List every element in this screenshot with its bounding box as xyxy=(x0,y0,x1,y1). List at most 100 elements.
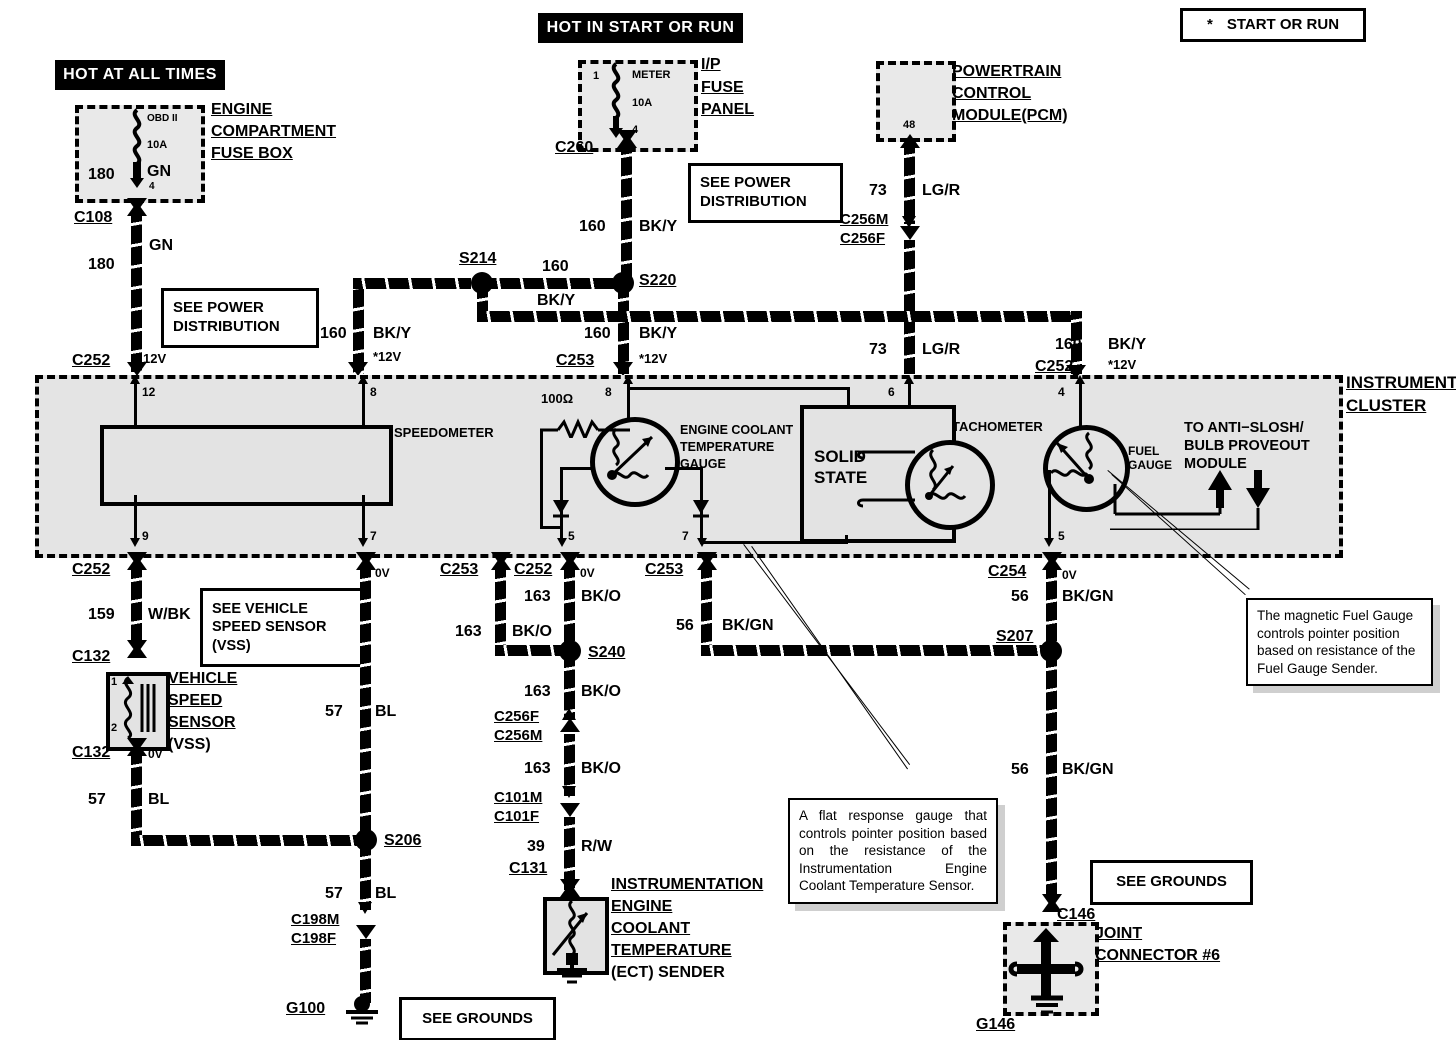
wire-163-d-color: BK/O xyxy=(581,760,621,777)
ect-sender-label-3: COOLANT xyxy=(611,920,691,937)
wire-160-s214-color: BK/Y xyxy=(537,292,576,309)
see-power-distribution-left: SEE POWER DISTRIBUTION xyxy=(161,288,319,348)
see-power-distribution-left-line1: SEE POWER xyxy=(173,299,264,317)
splice-s220-label: S220 xyxy=(639,272,677,289)
connector-c253-b1-label: C253 xyxy=(440,561,479,578)
wire-56-c-circuit: 56 xyxy=(1011,761,1029,778)
engine-compartment-fuse-box-label-2: COMPARTMENT xyxy=(211,123,337,140)
fuse-box-wire-color: GN xyxy=(147,163,171,180)
wire-39-color: R/W xyxy=(581,838,613,855)
connector-c256-bottom-icon xyxy=(560,718,580,732)
fuel-gauge-label-1: FUEL xyxy=(1128,444,1160,458)
connector-c132-top-icon-b xyxy=(127,640,147,654)
ect-gauge-label-3: GAUGE xyxy=(680,457,726,471)
wire-56-a-color: BK/GN xyxy=(722,617,774,634)
wire-180-gn-circuit: 180 xyxy=(88,256,115,273)
ect-power-bus xyxy=(627,387,848,390)
ect-gauge-callout: A flat response gauge that controls poin… xyxy=(788,798,998,904)
wire-56-b-circuit: 56 xyxy=(1011,588,1029,605)
wire-57-right-circuit: 57 xyxy=(325,703,343,720)
see-vss-line3: (VSS) xyxy=(212,637,251,654)
powertrain-control-module xyxy=(876,61,956,142)
wire-160-center-circuit: 160 xyxy=(584,325,611,342)
ground-g100-icon xyxy=(346,996,378,1025)
connector-c254-icon-b xyxy=(1042,552,1062,566)
connector-c253-b1-icon-b xyxy=(491,552,511,566)
legend-asterisk-icon: * xyxy=(1206,15,1213,33)
ect-gauge-label-2: TEMPERATURE xyxy=(680,440,775,454)
ip-fuse-panel-rating: 10A xyxy=(632,97,653,109)
speedometer-box xyxy=(100,425,393,506)
speedo-pin-9: 9 xyxy=(142,529,149,543)
connector-c101f-label: C101F xyxy=(494,808,540,825)
wire-163-bko-a xyxy=(495,570,506,648)
ect-callout-leader-line-2 xyxy=(751,546,909,770)
ect-gauge-label-1: ENGINE COOLANT xyxy=(680,423,794,437)
wire-56-bkgn-b xyxy=(1046,570,1057,648)
wire-57-g100-color: BL xyxy=(375,885,397,902)
connector-c253-center-icon xyxy=(613,362,633,376)
wire-163-b-color: BK/O xyxy=(581,588,621,605)
see-grounds-right: SEE GROUNDS xyxy=(1090,860,1253,905)
wire-56-a-circuit: 56 xyxy=(676,617,694,634)
wire-180-gn xyxy=(131,214,142,372)
voltage-0v-speedo-out: 0V xyxy=(375,566,390,580)
wire-160-left-color: BK/Y xyxy=(373,325,412,342)
speedo-out-line xyxy=(362,495,365,540)
wire-56-c-color: BK/GN xyxy=(1062,761,1114,778)
connector-c198f-label: C198F xyxy=(291,930,337,947)
wire-73-lgr-top xyxy=(904,146,915,224)
ect-left-gnd-arrow-icon xyxy=(557,538,567,547)
wire-159-color: W/BK xyxy=(148,606,191,623)
fuel-gauge-internals-icon xyxy=(1049,431,1094,484)
connector-c132-bottom-icon-b xyxy=(127,738,147,752)
wire-163-a-circuit: 163 xyxy=(455,623,482,640)
wire-160-bky-left-horizontal xyxy=(353,278,471,289)
wire-56-bkgn-a xyxy=(701,570,712,648)
tachometer-label: TACHOMETER xyxy=(952,419,1043,434)
connector-c252-b2-label: C252 xyxy=(514,561,553,578)
meter-fuse-icon xyxy=(609,62,623,138)
speedo-pin-12: 12 xyxy=(142,385,156,399)
wire-39-circuit: 39 xyxy=(527,838,545,855)
fuel-gnd-line xyxy=(1048,470,1051,540)
connector-c252-left-label: C252 xyxy=(72,352,111,369)
voltage-12v-star-left: *12V xyxy=(373,349,402,364)
wire-160-bky-right-horizontal xyxy=(478,311,1082,322)
wire-160-right-color: BK/Y xyxy=(1108,336,1147,353)
connector-c256m-bottom-label: C256M xyxy=(494,727,543,744)
pcm-pin-label: 48 xyxy=(903,119,916,131)
tach-power-line xyxy=(908,382,911,406)
wire-160-left-circuit: 160 xyxy=(320,325,347,342)
connector-c132-bottom-label: C132 xyxy=(72,744,111,761)
wire-160-bky-c260-color: BK/Y xyxy=(639,218,678,235)
fuel-pin-5: 5 xyxy=(1058,529,1065,543)
wire-57-bl-to-g100 xyxy=(360,848,371,910)
connector-c252-b-left-label: C252 xyxy=(72,561,111,578)
pcm-label-1: POWERTRAIN xyxy=(952,63,1062,80)
ect-left-bottom-leg xyxy=(540,526,562,529)
ect-sender-ground-icon xyxy=(557,963,587,984)
fuel-gauge-callout: The magnetic Fuel Gauge controls pointer… xyxy=(1246,598,1433,687)
ip-fuse-panel-pin-in: 1 xyxy=(593,70,600,82)
ect-resistor-value: 100Ω xyxy=(541,391,574,406)
fuse-box-pin-in: 180 xyxy=(88,166,115,183)
legend-start-or-run: * START OR RUN xyxy=(1180,8,1366,42)
banner-hot-in-start-or-run: HOT IN START OR RUN xyxy=(538,13,743,43)
fuel-gnd-arrow-icon xyxy=(1044,538,1054,547)
speedo-pin-8: 8 xyxy=(370,385,377,399)
vss-label-3: SENSOR xyxy=(168,714,236,731)
fuel-gauge-callout-text: The magnetic Fuel Gauge controls pointer… xyxy=(1257,608,1416,676)
wire-73-lgr-bottom xyxy=(904,240,915,374)
connector-cluster-pin7-icon-b xyxy=(356,552,376,566)
see-vss-line2: SPEED SENSOR xyxy=(212,619,327,636)
connector-c108-label: C108 xyxy=(74,209,113,226)
anti-slosh-arrows-icon xyxy=(1110,470,1270,530)
ect-right-diode-icon xyxy=(693,500,709,518)
connector-c252-b-left-icon-b xyxy=(127,552,147,566)
speedo-pin-7: 7 xyxy=(370,529,377,543)
ect-pin-5-left: 5 xyxy=(568,529,575,543)
vss-label-1: VEHICLE xyxy=(168,670,238,687)
wire-56-a-horizontal xyxy=(701,645,1048,656)
see-grounds-right-label: SEE GROUNDS xyxy=(1116,873,1227,891)
